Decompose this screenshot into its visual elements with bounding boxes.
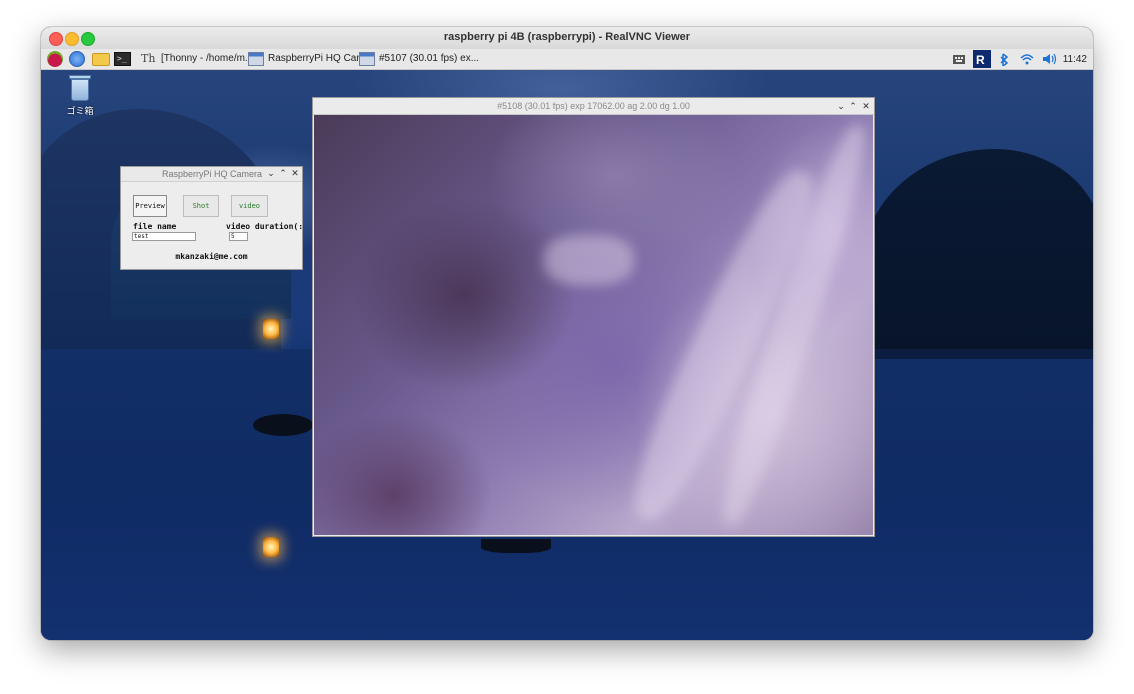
hq-camera-window: RaspberryPi HQ Camera ⌄ ⌃ ✕ Preview Shot…	[120, 166, 303, 270]
keyboard-icon[interactable]	[951, 52, 967, 66]
terminal-icon[interactable]: >_	[114, 52, 131, 66]
preview-title: #5108 (30.01 fps) exp 17062.00 ag 2.00 d…	[497, 101, 690, 111]
shot-button[interactable]: Shot	[183, 195, 219, 217]
video-duration-label: video duration(:	[226, 222, 302, 231]
email-label: mkanzaki@me.com	[175, 252, 248, 261]
task-label: RaspberryPi HQ Cam...	[268, 53, 374, 64]
pi-desktop[interactable]: >_ Th [Thonny - /home/m... RaspberryPi H…	[41, 49, 1093, 640]
browser-icon[interactable]	[69, 51, 85, 67]
hq-camera-title: RaspberryPi HQ Camera	[161, 169, 262, 179]
video-button[interactable]: video	[231, 195, 268, 217]
file-manager-icon[interactable]	[92, 53, 110, 66]
maximize-icon[interactable]: ⌃	[848, 101, 858, 112]
task-hq-camera[interactable]: RaspberryPi HQ Cam...	[248, 51, 376, 67]
file-name-input[interactable]: test	[132, 232, 196, 241]
task-label: [Thonny - /home/m...	[161, 53, 254, 64]
pi-taskbar: >_ Th [Thonny - /home/m... RaspberryPi H…	[41, 49, 1093, 70]
realvnc-viewer-window: raspberry pi 4B (raspberrypi) - RealVNC …	[41, 27, 1093, 640]
window-title: raspberry pi 4B (raspberrypi) - RealVNC …	[443, 31, 691, 43]
task-thonny[interactable]: Th [Thonny - /home/m...	[141, 51, 265, 67]
task-preview[interactable]: #5107 (30.01 fps) ex...	[359, 51, 487, 67]
boat-silhouette	[253, 414, 313, 436]
maximize-icon[interactable]: ⌃	[278, 168, 288, 179]
vnc-icon[interactable]: R	[972, 50, 991, 68]
boat-silhouette	[481, 539, 551, 553]
raspberry-menu-icon[interactable]	[47, 51, 63, 67]
lantern-light	[263, 319, 279, 339]
preview-button[interactable]: Preview	[133, 195, 167, 217]
clock[interactable]: 11:42	[1063, 54, 1087, 65]
task-label: #5107 (30.01 fps) ex...	[379, 53, 480, 64]
svg-text:R: R	[976, 53, 985, 67]
preview-titlebar[interactable]: #5108 (30.01 fps) exp 17062.00 ag 2.00 d…	[313, 98, 874, 115]
file-name-label: file name	[133, 222, 177, 231]
wifi-icon[interactable]	[1019, 52, 1035, 66]
window-icon	[359, 52, 375, 66]
lantern-reflection	[263, 537, 279, 557]
bluetooth-icon[interactable]	[997, 52, 1013, 66]
close-icon[interactable]: ✕	[290, 168, 300, 179]
trash-label: ゴミ箱	[66, 106, 94, 116]
volume-icon[interactable]	[1041, 52, 1057, 66]
hq-camera-titlebar[interactable]: RaspberryPi HQ Camera ⌄ ⌃ ✕	[121, 167, 302, 182]
close-icon[interactable]: ✕	[861, 101, 871, 112]
system-tray: R 11:42	[951, 49, 1087, 69]
wallpaper-mountain	[863, 149, 1093, 359]
minimize-icon[interactable]: ⌄	[266, 168, 276, 179]
camera-preview-image	[314, 115, 873, 535]
mac-titlebar[interactable]: raspberry pi 4B (raspberrypi) - RealVNC …	[41, 27, 1093, 50]
camera-preview-window: #5108 (30.01 fps) exp 17062.00 ag 2.00 d…	[312, 97, 875, 537]
video-duration-input[interactable]: 5	[229, 232, 248, 241]
thonny-icon: Th	[141, 52, 156, 65]
window-icon	[248, 52, 264, 66]
trash-icon[interactable]	[67, 75, 93, 103]
minimize-icon[interactable]: ⌄	[836, 101, 846, 112]
